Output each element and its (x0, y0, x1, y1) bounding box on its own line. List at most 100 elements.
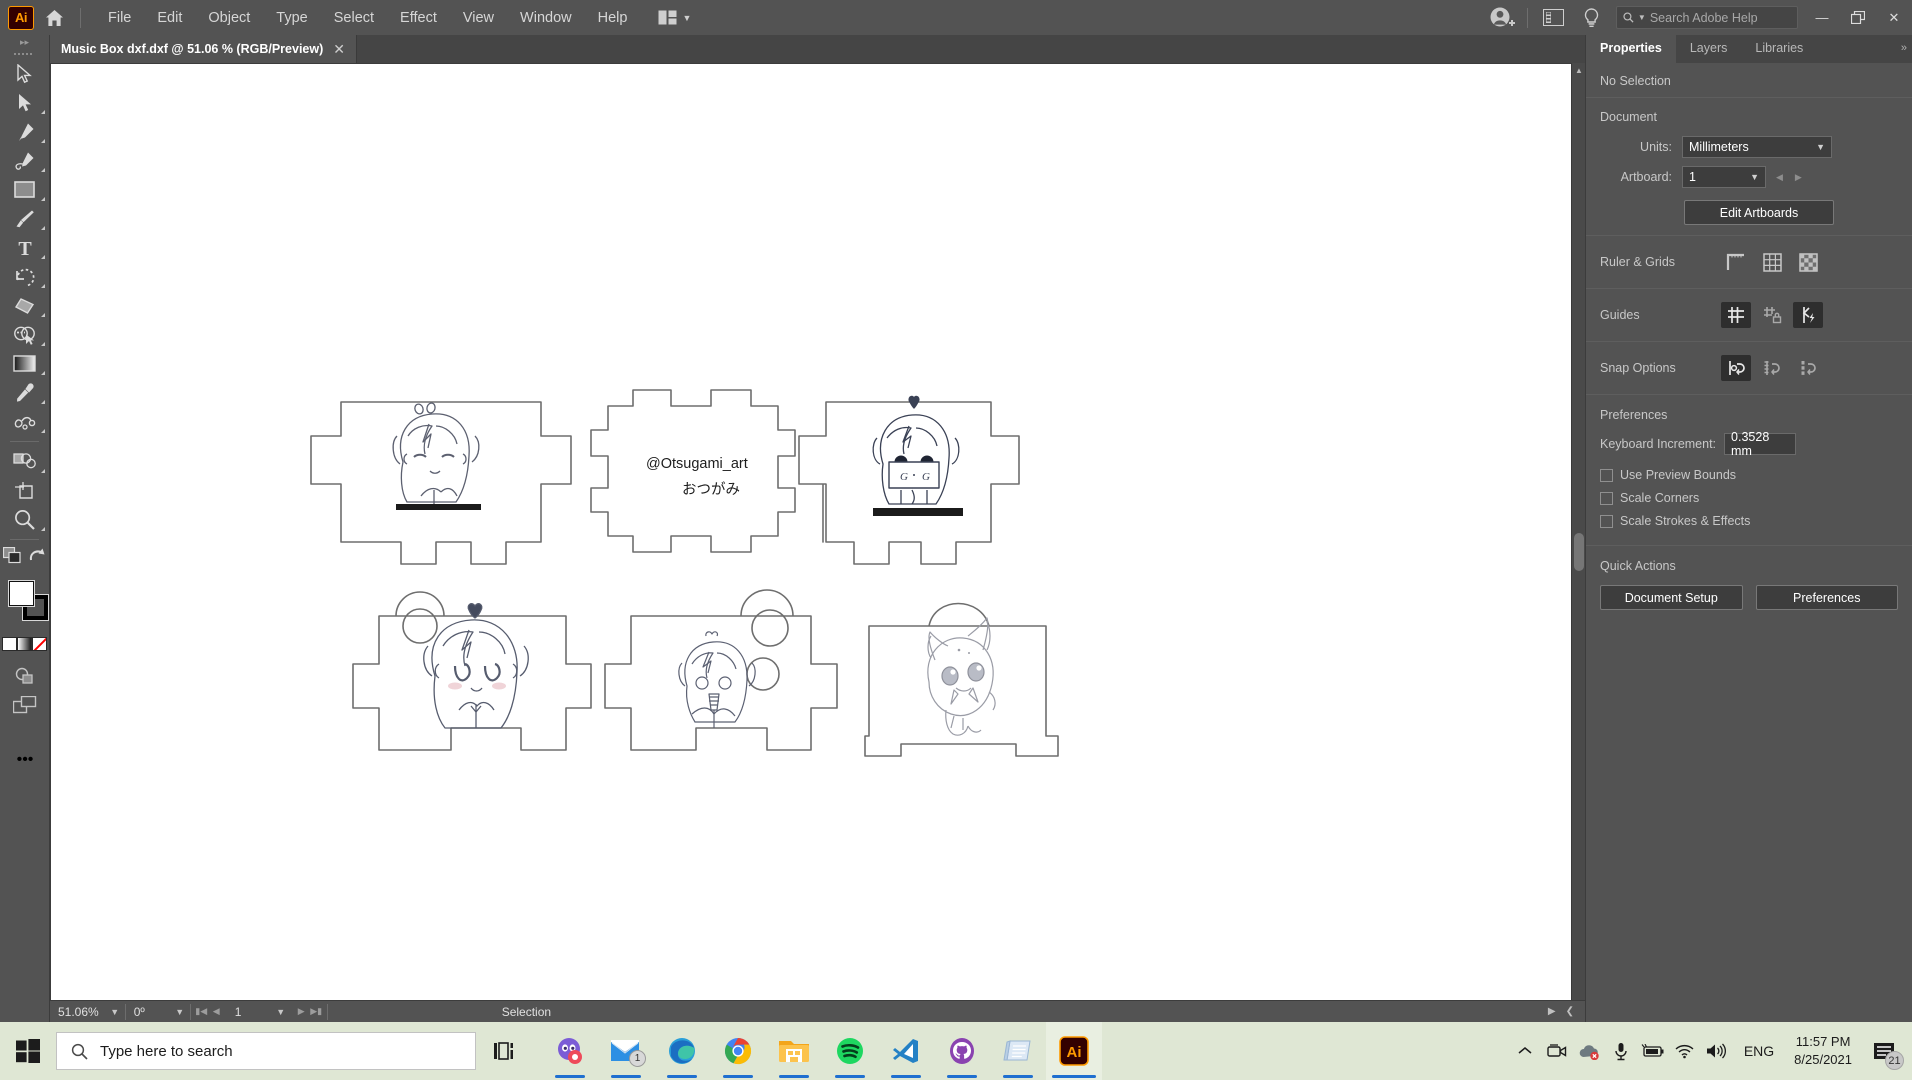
edit-toolbar-button[interactable] (0, 661, 50, 690)
menu-effect[interactable]: Effect (387, 4, 450, 32)
taskbar-app-spotify[interactable] (822, 1022, 878, 1080)
task-view-button[interactable] (476, 1022, 532, 1080)
show-hidden-icons-chevron-up-icon[interactable] (1510, 1022, 1540, 1080)
document-setup-button[interactable]: Document Setup (1600, 585, 1743, 610)
selection-tool[interactable] (0, 59, 50, 88)
arrange-documents-button[interactable]: ▼ (648, 6, 701, 29)
taskbar-app-adobe-illustrator[interactable]: Ai (1046, 1022, 1102, 1080)
add-collaborator-icon[interactable] (1483, 0, 1521, 35)
next-artboard-button[interactable]: ▶ (1795, 172, 1802, 183)
taskbar-app-google-chrome[interactable] (710, 1022, 766, 1080)
artboard-number-field[interactable]: 1 ▼ (227, 1001, 291, 1023)
artboard-select[interactable]: 1 ▼ (1682, 166, 1766, 188)
chevron-down-icon[interactable]: ▼ (271, 1007, 291, 1017)
show-guides-icon[interactable] (1721, 302, 1751, 328)
taskbar-search-box[interactable]: Type here to search (56, 1032, 476, 1070)
taskbar-app-mail[interactable]: 1 (598, 1022, 654, 1080)
smart-guides-icon[interactable] (1793, 302, 1823, 328)
search-adobe-help[interactable]: ▼ (1616, 6, 1798, 29)
symbol-sprayer-tool[interactable] (0, 447, 50, 476)
scale-corners-checkbox[interactable] (1600, 491, 1613, 505)
shape-builder-tool[interactable] (0, 320, 50, 349)
search-input[interactable] (1649, 10, 1791, 25)
edit-artboards-button[interactable]: Edit Artboards (1684, 200, 1834, 225)
taskbar-app-github-desktop[interactable] (934, 1022, 990, 1080)
use-preview-bounds-row[interactable]: Use Preview Bounds (1600, 468, 1898, 482)
artboard-nav-first-prev[interactable]: ▮◀ ◀ (191, 1006, 227, 1017)
menu-select[interactable]: Select (321, 4, 387, 32)
direct-selection-tool[interactable] (0, 88, 50, 117)
tips-bulb-icon[interactable] (1572, 0, 1610, 35)
drawing-modes-icon[interactable] (3, 546, 22, 569)
volume-icon[interactable] (1702, 1022, 1732, 1080)
menu-file[interactable]: File (95, 4, 144, 32)
battery-charging-icon[interactable] (1638, 1022, 1668, 1080)
close-icon[interactable]: ✕ (333, 42, 345, 56)
show-grid-icon[interactable] (1757, 249, 1787, 275)
change-screen-mode-icon[interactable] (29, 548, 46, 568)
tab-layers[interactable]: Layers (1676, 35, 1742, 63)
onedrive-offline-icon[interactable] (1574, 1022, 1604, 1080)
show-transparency-grid-icon[interactable] (1793, 249, 1823, 275)
pen-tool[interactable] (0, 117, 50, 146)
menu-help[interactable]: Help (585, 4, 641, 32)
gradient-tool[interactable] (0, 349, 50, 378)
minimize-button[interactable]: — (1804, 0, 1840, 35)
chevron-down-icon[interactable]: ▼ (105, 1007, 125, 1017)
eraser-tool[interactable] (0, 291, 50, 320)
taskbar-app-discord[interactable] (542, 1022, 598, 1080)
taskbar-app-notepad[interactable] (990, 1022, 1046, 1080)
taskbar-app-file-explorer[interactable] (766, 1022, 822, 1080)
notification-center-button[interactable]: 21 (1862, 1022, 1906, 1080)
rectangle-tool[interactable] (0, 175, 50, 204)
color-mode-button[interactable] (2, 637, 17, 651)
menu-edit[interactable]: Edit (144, 4, 195, 32)
snap-to-point-icon[interactable] (1721, 355, 1751, 381)
zoom-level-field[interactable]: 51.06% ▼ (50, 1001, 125, 1023)
status-play-icon[interactable]: ▶ (1548, 1006, 1556, 1017)
type-tool[interactable]: T (0, 233, 50, 262)
snap-to-pixel-icon[interactable] (1793, 355, 1823, 381)
menu-window[interactable]: Window (507, 4, 585, 32)
units-select[interactable]: Millimeters ▼ (1682, 136, 1832, 158)
canvas-vertical-scrollbar[interactable]: ▲ ▼ (1571, 63, 1585, 1022)
preferences-button[interactable]: Preferences (1755, 585, 1898, 610)
zoom-tool[interactable] (0, 505, 50, 534)
artboard-tool[interactable] (0, 476, 50, 505)
maximize-button[interactable] (1840, 0, 1876, 35)
webcam-icon[interactable] (1542, 1022, 1572, 1080)
taskbar-app-microsoft-edge[interactable] (654, 1022, 710, 1080)
fill-swatch[interactable] (9, 581, 34, 606)
gradient-mode-button[interactable] (17, 637, 32, 651)
scale-strokes-row[interactable]: Scale Strokes & Effects (1600, 514, 1898, 528)
keyboard-increment-input[interactable]: 0.3528 mm (1724, 430, 1797, 458)
first-artboard-icon[interactable]: ▮◀ (195, 1006, 208, 1017)
language-indicator[interactable]: ENG (1734, 1043, 1784, 1059)
tab-properties[interactable]: Properties (1586, 35, 1676, 63)
artboard-nav-next-last[interactable]: ▶ ▶▮ (291, 1006, 327, 1017)
taskbar-app-visual-studio-code[interactable] (878, 1022, 934, 1080)
last-artboard-icon[interactable]: ▶▮ (310, 1006, 323, 1017)
arrange-panels-icon[interactable] (0, 690, 50, 719)
vertical-scroll-thumb[interactable] (1574, 533, 1584, 571)
eyedropper-tool[interactable] (0, 378, 50, 407)
close-button[interactable]: ✕ (1876, 0, 1912, 35)
start-button[interactable] (0, 1022, 56, 1080)
prev-artboard-button[interactable]: ◀ (1776, 172, 1783, 183)
artboard-canvas[interactable]: @Otsugami_art おつがみ G G (50, 63, 1586, 1022)
clock[interactable]: 11:57 PM 8/25/2021 (1786, 1033, 1860, 1068)
home-icon[interactable] (34, 0, 74, 35)
paintbrush-tool[interactable] (0, 204, 50, 233)
menu-view[interactable]: View (450, 4, 507, 32)
panel-switcher-icon[interactable] (1534, 0, 1572, 35)
wifi-icon[interactable] (1670, 1022, 1700, 1080)
use-preview-bounds-checkbox[interactable] (1600, 468, 1613, 482)
document-tab[interactable]: Music Box dxf.dxf @ 51.06 % (RGB/Preview… (50, 35, 357, 63)
status-expand-icon[interactable]: ❮ (1566, 1006, 1574, 1017)
menu-type[interactable]: Type (263, 4, 320, 32)
chevron-down-icon[interactable]: ▼ (170, 1007, 190, 1017)
panel-collapse-icon[interactable]: » (1901, 42, 1907, 54)
toolbar-grip[interactable]: ▸▸ (0, 35, 49, 49)
next-artboard-icon[interactable]: ▶ (295, 1006, 308, 1017)
curvature-tool[interactable] (0, 146, 50, 175)
